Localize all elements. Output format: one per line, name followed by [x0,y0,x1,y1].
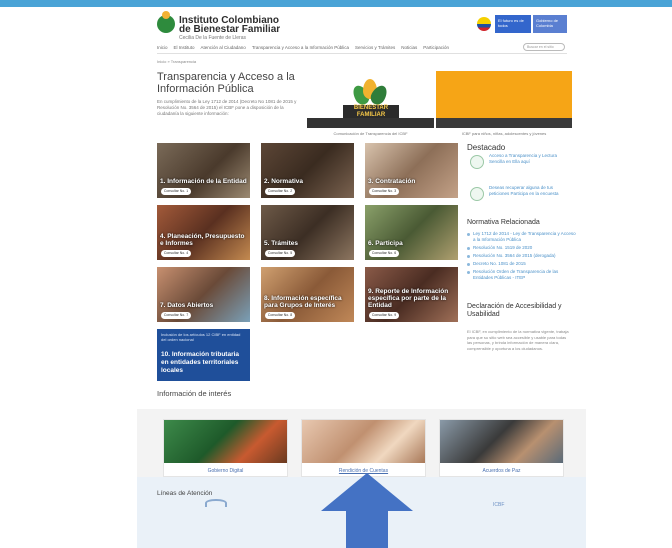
webpage-screenshot: Instituto Colombiano de Bienestar Famili… [137,7,586,477]
interest-card-acuerdos-paz[interactable]: Acuerdos de Paz [439,419,564,477]
card-consult-button[interactable]: Consultar No. 6 [369,250,399,257]
interest-image [302,420,425,463]
colombia-flag-icon [477,17,491,31]
card-consult-button[interactable]: Consultar No. 4 [161,250,191,257]
card-tramites[interactable]: 5. Trámites Consultar No. 5 [261,205,354,260]
footer-heading: Líneas de Atención [157,490,213,497]
video-player-transparencia[interactable]: BIENESTAR FAMILIAR [307,71,434,128]
card-consult-button[interactable]: Consultar No. 8 [265,312,295,319]
video-caption-2: ICBF para niños, niñas, adolescentes y j… [461,131,547,136]
card-normativa[interactable]: 2. Normativa Consultar No. 2 [261,143,354,198]
card-informacion-tributaria[interactable]: Inclusión de los artículos 12 CIBF en en… [157,329,250,381]
up-arrow-shaft-icon [346,510,388,548]
normativa-link[interactable]: Resolución No. 3564 de 2015 (derogada) [467,253,577,259]
interest-caption[interactable]: Gobierno Digital [164,468,287,474]
nav-item-atencion[interactable]: Atención al Ciudadano [201,45,246,50]
card-planeacion[interactable]: 4. Planeación, Presupuesto e Informes Co… [157,205,250,260]
normativa-link[interactable]: Decreto No. 1081 de 2015 [467,261,577,267]
nav-item-inicio[interactable]: Inicio [157,45,168,50]
up-arrow-head-icon [321,473,413,511]
card-label: 1. Información de la Entidad [160,178,247,185]
card-label: 4. Planeación, Presupuesto e Informes [160,233,245,247]
accesibilidad-heading: Declaración de Accesibilidad y Usabilida… [467,303,562,318]
destacado-eye-icon [470,155,484,169]
video-controls[interactable] [307,118,434,128]
main-nav: Inicio El Instituto Atención al Ciudadan… [157,42,567,54]
card-label: 10. Información tributaria en entidades … [161,351,240,374]
video-player-children[interactable] [436,71,572,128]
video-caption-1: Comunicación de Transparencia del ICBF [333,131,408,136]
destacado-heading: Destacado [467,143,506,152]
interest-heading: Información de interés [157,389,232,398]
interest-image [440,420,563,463]
video-controls[interactable] [436,118,572,128]
card-label: 6. Participa [368,240,403,247]
destacado-chat-icon [470,187,484,201]
card-info-entidad[interactable]: 1. Información de la Entidad Consultar N… [157,143,250,198]
destacado-link-2[interactable]: Deseas recuperar alguna de tus peticione… [489,185,569,197]
nav-item-participacion[interactable]: Participación [423,45,449,50]
footer-logo-icon [205,499,227,507]
bienestar-logo-icon [349,79,391,108]
nav-item-servicios[interactable]: Servicios y Trámites [355,45,395,50]
card-datos-abiertos[interactable]: 7. Datos Abiertos Consultar No. 7 [157,267,250,322]
nav-item-noticias[interactable]: Noticias [401,45,417,50]
card-grupos-interes[interactable]: 8. Información específica para Grupos de… [261,267,354,322]
interest-card-gobierno-digital[interactable]: Gobierno Digital [163,419,288,477]
card-label: 9. Reporte de Información específica por… [368,288,449,309]
breadcrumb[interactable]: Inicio » Transparencia [157,59,196,64]
gov-future-button[interactable]: El futuro es de todos [495,15,531,33]
card-label: 3. Contratación [368,178,416,185]
icbf-logo-icon[interactable] [157,11,175,33]
normativa-link[interactable]: Resolución Orden de Transparencia de las… [467,269,577,281]
card-label: 8. Información específica para Grupos de… [264,295,342,309]
normativa-link[interactable]: Resolución No. 1519 de 2020 [467,245,577,251]
card-consult-button[interactable]: Consultar No. 1 [161,188,191,195]
intro-text: En cumplimiento de la Ley 1712 de 2014 (… [157,99,297,116]
normativa-heading: Normativa Relacionada [467,219,540,226]
card-subtitle: Inclusión de los artículos 12 CIBF en en… [161,332,241,342]
accesibilidad-text: El ICBF, en cumplimiento de la normativa… [467,329,569,351]
card-consult-button[interactable]: Consultar No. 7 [161,312,191,319]
normativa-list: Ley 1712 de 2014 - Ley de Transparencia … [467,231,577,283]
interest-card-rendicion-cuentas[interactable]: Rendición de Cuentas [301,419,426,477]
search-input[interactable]: Buscar en el sitio [523,43,565,51]
card-label: 2. Normativa [264,178,304,185]
normativa-link[interactable]: Ley 1712 de 2014 - Ley de Transparencia … [467,231,577,243]
interest-caption[interactable]: Acuerdos de Paz [440,468,563,474]
bienestar-familiar-brand: BIENESTAR FAMILIAR [343,105,399,119]
top-border [0,0,672,7]
nav-item-transparencia[interactable]: Transparencia y Acceso a la Información … [252,45,349,50]
card-consult-button[interactable]: Consultar No. 9 [369,312,399,319]
interest-image [164,420,287,463]
card-consult-button[interactable]: Consultar No. 5 [265,250,295,257]
destacado-link-1[interactable]: Acceso a Transparencia y Lectura Sencill… [489,153,569,165]
page-title: Transparencia y Acceso a la Información … [157,71,295,95]
org-tagline: Cecilia De la Fuente de Lleras [179,35,246,41]
card-consult-button[interactable]: Consultar No. 2 [265,188,295,195]
card-label: 7. Datos Abiertos [160,302,214,309]
nav-item-instituto[interactable]: El Instituto [174,45,195,50]
org-name-line2[interactable]: de Bienestar Familiar [179,24,280,35]
card-participa[interactable]: 6. Participa Consultar No. 6 [365,205,458,260]
card-consult-button[interactable]: Consultar No. 3 [369,188,399,195]
card-contratacion[interactable]: 3. Contratación Consultar No. 3 [365,143,458,198]
gov-colombia-button[interactable]: Gobierno de Colombia [533,15,567,33]
footer-logo-text: ICBF [493,502,505,508]
card-reporte-entidad[interactable]: 9. Reporte de Información específica por… [365,267,458,322]
card-label: 5. Trámites [264,240,298,247]
